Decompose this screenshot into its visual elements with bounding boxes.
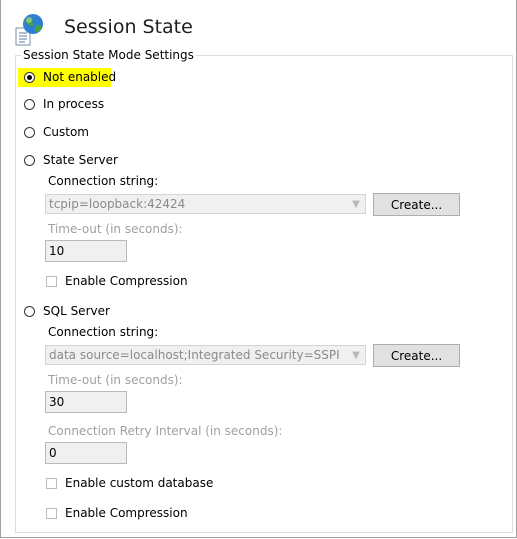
checkbox[interactable]	[46, 507, 57, 519]
sql-server-timeout-label: Time-out (in seconds):	[48, 373, 183, 387]
mode-settings-legend: Session State Mode Settings	[21, 48, 196, 62]
chevron-down-icon[interactable]: ▼	[347, 350, 365, 361]
state-server-create-button[interactable]: Create...	[373, 193, 460, 216]
radio-button[interactable]	[24, 154, 35, 166]
combo-value: data source=localhost;Integrated Securit…	[49, 348, 340, 362]
sql-server-compression-check[interactable]: Enable Compression	[46, 505, 188, 521]
sql-server-timeout-input[interactable]: 30	[45, 391, 127, 413]
session-state-icon	[14, 12, 46, 48]
state-server-timeout-label: Time-out (in seconds):	[48, 222, 183, 236]
radio-button[interactable]	[24, 305, 35, 317]
state-server-timeout-input[interactable]: 10	[45, 240, 127, 262]
chevron-down-icon[interactable]: ▼	[347, 199, 365, 210]
sql-server-create-button[interactable]: Create...	[373, 344, 460, 367]
combo-value: tcpip=loopback:42424	[49, 197, 186, 211]
radio-label: Custom	[43, 125, 89, 139]
sql-server-connection-label: Connection string:	[48, 325, 159, 339]
state-server-connection-label: Connection string:	[48, 174, 159, 188]
checkbox[interactable]	[46, 275, 57, 287]
radio-button[interactable]	[24, 98, 35, 110]
radio-label: State Server	[43, 153, 118, 167]
radio-button[interactable]	[24, 71, 35, 83]
radio-label: Not enabled	[43, 70, 117, 84]
sql-server-retry-label: Connection Retry Interval (in seconds):	[48, 424, 283, 438]
checkbox[interactable]	[46, 477, 57, 489]
radio-not-enabled[interactable]: Not enabled	[24, 69, 116, 85]
checkbox-label: Enable Compression	[65, 274, 188, 288]
radio-custom[interactable]: Custom	[24, 124, 89, 140]
page-title: Session State	[64, 16, 193, 38]
radio-sql-server[interactable]: SQL Server	[24, 303, 110, 319]
radio-state-server[interactable]: State Server	[24, 152, 118, 168]
radio-label: In process	[43, 97, 105, 111]
radio-button[interactable]	[24, 126, 35, 138]
radio-label: SQL Server	[43, 304, 110, 318]
sql-server-custom-db-check[interactable]: Enable custom database	[46, 475, 213, 491]
sql-server-connection-combo[interactable]: data source=localhost;Integrated Securit…	[45, 345, 366, 365]
radio-in-process[interactable]: In process	[24, 96, 104, 112]
checkbox-label: Enable custom database	[65, 476, 214, 490]
checkbox-label: Enable Compression	[65, 506, 188, 520]
sql-server-retry-input[interactable]: 0	[45, 442, 127, 464]
state-server-compression-check[interactable]: Enable Compression	[46, 273, 188, 289]
state-server-connection-combo[interactable]: tcpip=loopback:42424 ▼	[45, 194, 366, 214]
